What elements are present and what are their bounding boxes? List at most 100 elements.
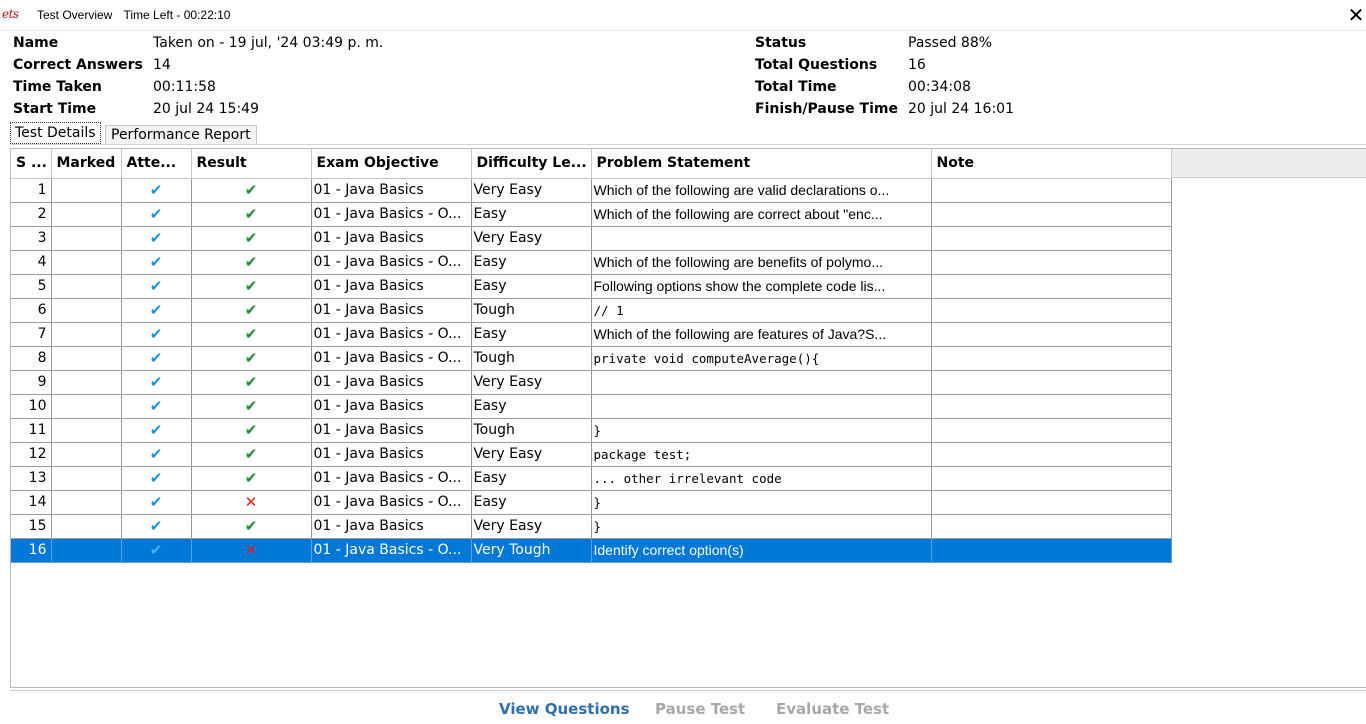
tab-performance-report[interactable]: Performance Report [105,125,257,145]
problem-statement-cell: private void computeAverage(){ [591,346,932,371]
difficulty-cell: Tough [471,418,592,443]
table-row[interactable]: 1 ✔ ✔ 01 - Java Basics Very Easy Which of the… [11,178,1172,203]
difficulty-cell: Very Easy [471,370,592,395]
correct-check-icon: ✔ [244,253,258,271]
tab-test-details[interactable]: Test Details [10,122,101,144]
correct-check-icon: ✔ [244,373,258,391]
table-body: 1 ✔ ✔ 01 - Java Basics Very Easy Which of the… [11,178,1172,563]
table-row[interactable]: 16 ✔ ✕ 01 - Java Basics - O... Very Tough Ide… [11,538,1172,563]
marked-cell [51,274,122,299]
table-row[interactable]: 9 ✔ ✔ 01 - Java Basics Very Easy [11,370,1172,395]
note-cell [931,202,1172,227]
table-row[interactable]: 5 ✔ ✔ 01 - Java Basics Easy Following options… [11,274,1172,299]
attempted-cell: ✔ [121,490,192,515]
correct-check-icon: ✔ [244,349,258,367]
problem-statement-cell: Which of the following are features of J… [591,322,932,347]
table-row[interactable]: 11 ✔ ✔ 01 - Java Basics Tough} [11,418,1172,443]
note-cell [931,274,1172,299]
column-header-objective[interactable]: Exam Objective [311,149,472,179]
serial-cell: 4 [11,250,52,275]
result-cell: ✔ [191,466,312,491]
column-header-attempted[interactable]: Atte... [121,149,192,179]
problem-statement-cell: } [591,490,932,515]
problem-statement-cell: } [591,514,932,539]
results-table-panel: S ... Marked Atte... Result Exam Objecti… [10,148,1366,688]
table-row[interactable]: 3 ✔ ✔ 01 - Java Basics Very Easy [11,226,1172,251]
table-row[interactable]: 8 ✔ ✔ 01 - Java Basics - O... Tough private … [11,346,1172,371]
serial-cell: 12 [11,442,52,467]
attempted-cell: ✔ [121,202,192,227]
table-row[interactable]: 7 ✔ ✔ 01 - Java Basics - O... Easy Which of t… [11,322,1172,347]
attempted-check-icon: ✔ [149,253,163,271]
pause-test-button[interactable]: Pause Test [655,700,745,718]
finish-pause-time-value: 20 jul 24 16:01 [908,101,1014,117]
objective-cell: 01 - Java Basics [311,418,472,443]
result-cell: ✔ [191,418,312,443]
tab-divider [10,144,1366,145]
column-header-difficulty[interactable]: Difficulty Le... [471,149,592,179]
marked-cell [51,298,122,323]
column-header-problem[interactable]: Problem Statement [591,149,932,179]
note-cell [931,490,1172,515]
note-cell [931,250,1172,275]
marked-cell [51,538,122,563]
objective-cell: 01 - Java Basics - O... [311,322,472,347]
table-row[interactable]: 14 ✔ ✕ 01 - Java Basics - O... Easy} [11,490,1172,515]
table-header-row: S ... Marked Atte... Result Exam Objecti… [11,149,1172,179]
objective-cell: 01 - Java Basics - O... [311,466,472,491]
attempted-check-icon: ✔ [149,301,163,319]
difficulty-cell: Very Easy [471,226,592,251]
table-row[interactable]: 15 ✔ ✔ 01 - Java Basics Very Easy} [11,514,1172,539]
difficulty-cell: Easy [471,490,592,515]
time-taken-label: Time Taken [13,79,102,95]
evaluate-test-button[interactable]: Evaluate Test [776,700,889,718]
difficulty-cell: Easy [471,250,592,275]
title-bar: ets Test Overview Time Left - 00:22:10 ✕ [0,0,1366,31]
result-cell: ✔ [191,322,312,347]
column-header-result[interactable]: Result [191,149,312,179]
column-header-marked[interactable]: Marked [51,149,122,179]
difficulty-cell: Very Easy [471,442,592,467]
table-row[interactable]: 12 ✔ ✔ 01 - Java Basics Very Easy package tes… [11,442,1172,467]
attempted-check-icon: ✔ [149,541,163,559]
result-cell: ✔ [191,442,312,467]
note-cell [931,442,1172,467]
problem-statement-cell [591,370,932,395]
marked-cell [51,202,122,227]
table-row[interactable]: 10 ✔ ✔ 01 - Java Basics Easy [11,394,1172,419]
column-header-note[interactable]: Note [931,149,1172,179]
objective-cell: 01 - Java Basics - O... [311,346,472,371]
attempted-cell: ✔ [121,322,192,347]
table-row[interactable]: 4 ✔ ✔ 01 - Java Basics - O... Easy Which of t… [11,250,1172,275]
objective-cell: 01 - Java Basics [311,514,472,539]
correct-check-icon: ✔ [244,397,258,415]
marked-cell [51,490,122,515]
table-row[interactable]: 6 ✔ ✔ 01 - Java Basics Tough// 1 [11,298,1172,323]
correct-check-icon: ✔ [244,445,258,463]
note-cell [931,466,1172,491]
serial-cell: 2 [11,202,52,227]
correct-check-icon: ✔ [244,301,258,319]
column-header-serial[interactable]: S ... [11,149,52,179]
difficulty-cell: Easy [471,202,592,227]
table-row[interactable]: 2 ✔ ✔ 01 - Java Basics - O... Easy Which of t… [11,202,1172,227]
attempted-cell: ✔ [121,394,192,419]
correct-check-icon: ✔ [244,205,258,223]
test-info-right: Status Passed 88% Total Questions 16 Tot… [755,32,1315,120]
difficulty-cell: Tough [471,298,592,323]
objective-cell: 01 - Java Basics [311,226,472,251]
start-time-value: 20 jul 24 15:49 [153,101,259,117]
header-filler [1171,149,1366,178]
serial-cell: 11 [11,418,52,443]
close-icon[interactable]: ✕ [1346,4,1366,26]
attempted-cell: ✔ [121,514,192,539]
attempted-check-icon: ✔ [149,181,163,199]
table-row[interactable]: 13 ✔ ✔ 01 - Java Basics - O... Easy ... othe… [11,466,1172,491]
attempted-cell: ✔ [121,442,192,467]
objective-cell: 01 - Java Basics - O... [311,538,472,563]
name-label: Name [13,35,59,51]
difficulty-cell: Tough [471,346,592,371]
attempted-check-icon: ✔ [149,205,163,223]
view-questions-button[interactable]: View Questions [499,700,630,718]
marked-cell [51,346,122,371]
